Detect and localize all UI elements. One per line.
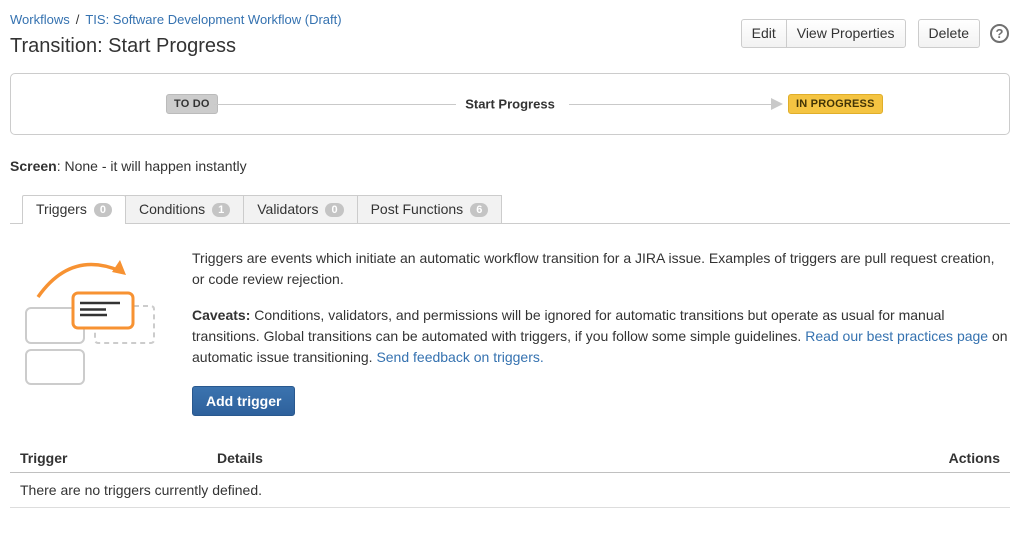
triggers-illustration-icon xyxy=(16,248,176,388)
triggers-description: Triggers are events which initiate an au… xyxy=(192,248,1010,416)
screen-info-value: : None - it will happen instantly xyxy=(57,158,247,174)
triggers-caveats-text: Caveats: Conditions, validators, and per… xyxy=(192,305,1010,368)
breadcrumb-link-workflows[interactable]: Workflows xyxy=(10,12,70,27)
tab-validators[interactable]: Validators 0 xyxy=(243,195,357,223)
tab-conditions-label: Conditions xyxy=(139,201,205,217)
triggers-table-empty-row: There are no triggers currently defined. xyxy=(10,473,1010,508)
screen-info: Screen: None - it will happen instantly xyxy=(10,158,1013,174)
edit-button-group: Edit View Properties xyxy=(741,19,906,48)
edit-button[interactable]: Edit xyxy=(741,19,787,48)
arrowhead-icon xyxy=(771,98,783,110)
status-lozenge-from: TO DO xyxy=(166,94,218,114)
toolbar: Edit View Properties Delete ? xyxy=(741,19,1009,48)
caveats-label: Caveats: xyxy=(192,307,250,323)
tab-triggers[interactable]: Triggers 0 xyxy=(22,195,126,224)
tab-validators-label: Validators xyxy=(257,201,318,217)
status-lozenge-to: IN PROGRESS xyxy=(788,94,883,114)
triggers-table-header-row: Trigger Details Actions xyxy=(10,443,1010,473)
transition-tabs: Triggers 0 Conditions 1 Validators 0 Post F… xyxy=(10,195,1010,224)
triggers-intro-text: Triggers are events which initiate an au… xyxy=(192,248,1010,290)
transition-diagram: TO DO Start Progress IN PROGRESS xyxy=(10,73,1010,135)
workflow-transition-page: Workflows / TIS: Software Development Work… xyxy=(0,0,1023,534)
breadcrumb-separator: / xyxy=(76,12,80,27)
tab-post-functions-label: Post Functions xyxy=(371,201,464,217)
add-trigger-button[interactable]: Add trigger xyxy=(192,386,295,416)
column-header-trigger: Trigger xyxy=(10,443,207,473)
tab-validators-count-badge: 0 xyxy=(325,203,343,217)
triggers-table: Trigger Details Actions There are no tri… xyxy=(10,443,1010,508)
tab-triggers-count-badge: 0 xyxy=(94,203,112,217)
screen-info-label: Screen xyxy=(10,158,57,174)
transition-name-label: Start Progress xyxy=(459,97,561,112)
view-properties-button[interactable]: View Properties xyxy=(786,19,906,48)
breadcrumb-link-workflow-name[interactable]: TIS: Software Development Workflow (Draf… xyxy=(85,12,341,27)
best-practices-link[interactable]: Read our best practices page xyxy=(805,328,988,344)
tab-conditions[interactable]: Conditions 1 xyxy=(125,195,244,223)
tab-triggers-label: Triggers xyxy=(36,201,87,217)
tab-post-functions-count-badge: 6 xyxy=(470,203,488,217)
tab-post-functions[interactable]: Post Functions 6 xyxy=(357,195,503,223)
empty-message: There are no triggers currently defined. xyxy=(10,473,1010,508)
send-feedback-link[interactable]: Send feedback on triggers. xyxy=(376,349,543,365)
triggers-panel: Triggers are events which initiate an au… xyxy=(10,248,1010,416)
transition-line-right xyxy=(569,104,771,105)
tab-conditions-count-badge: 1 xyxy=(212,203,230,217)
column-header-actions: Actions xyxy=(910,443,1010,473)
column-header-details: Details xyxy=(207,443,910,473)
transition-line-left xyxy=(214,104,456,105)
illustration-card-bottom xyxy=(26,350,84,384)
delete-button[interactable]: Delete xyxy=(918,19,980,48)
help-icon[interactable]: ? xyxy=(990,24,1009,43)
